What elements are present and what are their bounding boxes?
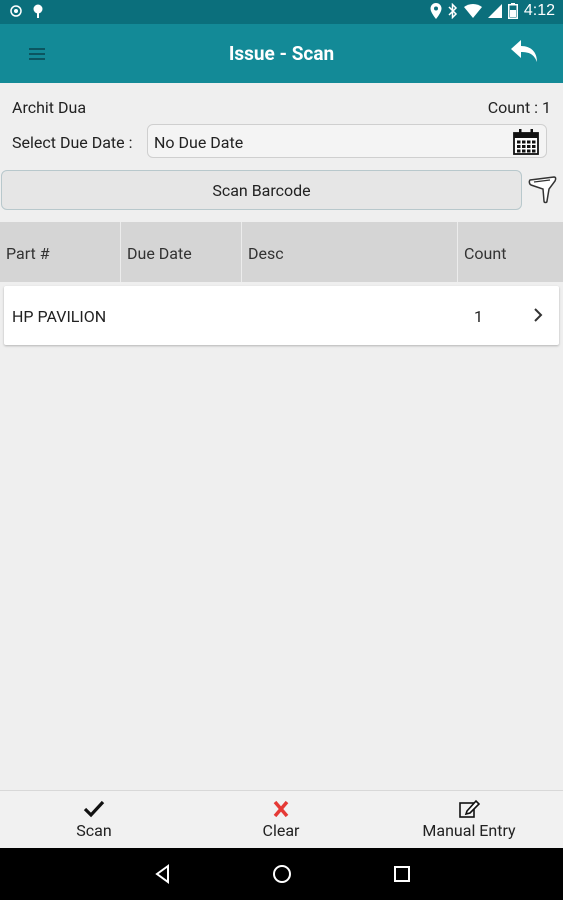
pin-notification-icon (33, 4, 43, 18)
checkmark-icon (83, 800, 105, 818)
table-row[interactable]: HP PAVILION 1 (4, 286, 559, 345)
chevron-right-icon (534, 308, 543, 322)
nav-recents-icon[interactable] (390, 862, 414, 886)
status-indicators: 4:12 (430, 2, 555, 20)
due-date-label: Select Due Date : (12, 133, 133, 152)
page-title: Issue - Scan (228, 42, 335, 65)
clear-action-label: Clear (262, 821, 300, 840)
due-date-value: No Due Date (154, 133, 244, 152)
column-header-part[interactable]: Part # (0, 222, 121, 282)
status-notifications (10, 4, 44, 18)
manual-entry-action-button[interactable]: Manual Entry (404, 791, 534, 849)
user-name: Archit Dua (12, 98, 87, 117)
column-header-due-date[interactable]: Due Date (121, 222, 242, 282)
status-time: 4:12 (523, 2, 555, 19)
nav-home-icon[interactable] (270, 862, 294, 886)
cell-count: 1 (474, 307, 483, 326)
bluetooth-icon (448, 3, 457, 19)
table-header: Part # Due Date Desc Count (0, 222, 563, 282)
status-bar: 4:12 (0, 0, 563, 24)
nav-back-icon[interactable] (151, 862, 175, 886)
bottom-action-bar: Scan Clear Manual Entry (0, 790, 563, 848)
manual-entry-action-label: Manual Entry (422, 821, 516, 840)
barcode-scanner-icon[interactable] (528, 175, 558, 205)
calendar-icon[interactable] (512, 128, 540, 156)
wifi-icon (463, 4, 482, 18)
app-notification-icon (10, 5, 22, 17)
scan-action-button[interactable]: Scan (44, 791, 144, 849)
clear-action-button[interactable]: Clear (231, 791, 331, 849)
column-header-count[interactable]: Count (458, 222, 563, 282)
edit-pencil-icon (459, 799, 480, 818)
total-count: Count : 1 (487, 98, 551, 117)
cell-part-number: HP PAVILION (12, 307, 107, 326)
system-navigation-bar (0, 848, 563, 900)
back-reply-icon[interactable] (509, 38, 541, 66)
app-bar: Issue - Scan (0, 24, 563, 83)
due-date-field[interactable]: No Due Date (147, 124, 547, 158)
column-header-desc[interactable]: Desc (242, 222, 458, 282)
clear-x-icon (273, 800, 289, 818)
scan-action-label: Scan (76, 821, 112, 840)
battery-icon (507, 3, 518, 19)
scan-barcode-button[interactable]: Scan Barcode (1, 170, 522, 210)
location-icon (430, 3, 442, 19)
signal-icon (487, 4, 502, 18)
